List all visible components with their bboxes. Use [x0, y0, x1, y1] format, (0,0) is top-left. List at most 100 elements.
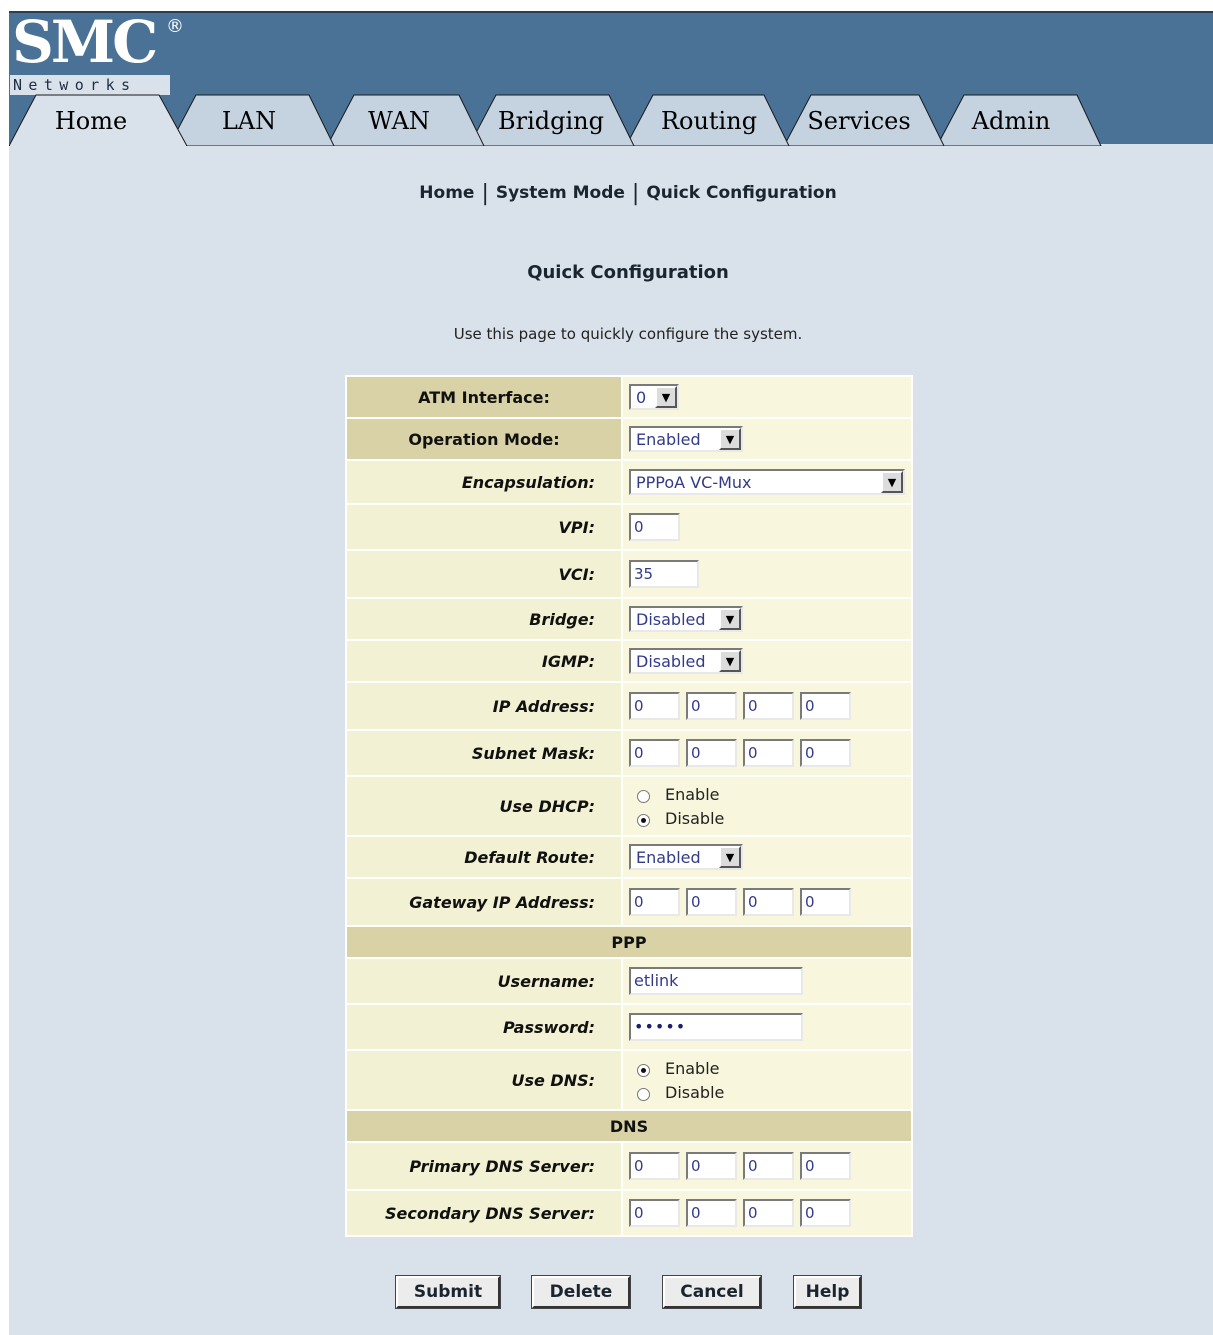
- cancel-button[interactable]: Cancel: [662, 1275, 762, 1309]
- dns-enable-option[interactable]: Enable: [629, 1056, 911, 1080]
- operation-mode-value: Enabled: [636, 429, 701, 449]
- secondary-dns-octet-2[interactable]: 0: [686, 1199, 737, 1227]
- use-dns-cell: Enable Disable: [621, 1049, 913, 1111]
- use-dns-label: Use DNS:: [345, 1049, 623, 1111]
- tab-lan[interactable]: LAN: [189, 106, 309, 136]
- password-label: Password:: [345, 1003, 623, 1051]
- subnet-mask-octet-4[interactable]: 0: [800, 739, 851, 767]
- row-encapsulation: Encapsulation: PPPoA VC-Mux ▼: [345, 459, 913, 505]
- header-banner: SMC ® Networks Home LAN WAN Bridging Rou…: [9, 11, 1213, 146]
- username-label: Username:: [345, 957, 623, 1005]
- dns-enable-radio[interactable]: [637, 1063, 650, 1077]
- atm-interface-label: ATM Interface:: [345, 375, 623, 419]
- dns-section-header: DNS: [345, 1109, 913, 1143]
- bridge-label: Bridge:: [345, 597, 623, 641]
- gateway-ip-octet-4[interactable]: 0: [800, 888, 851, 916]
- atm-interface-value: 0: [636, 387, 647, 407]
- default-route-value: Enabled: [636, 847, 701, 867]
- row-ppp-section: PPP: [345, 925, 913, 959]
- dhcp-disable-option[interactable]: Disable: [629, 806, 911, 830]
- igmp-select[interactable]: Disabled ▼: [629, 648, 743, 674]
- igmp-label: IGMP:: [345, 639, 623, 683]
- submit-button[interactable]: Submit: [395, 1275, 501, 1309]
- dns-disable-option[interactable]: Disable: [629, 1080, 911, 1104]
- primary-dns-octet-1[interactable]: 0: [629, 1152, 680, 1180]
- primary-dns-octet-4[interactable]: 0: [800, 1152, 851, 1180]
- vci-label: VCI:: [345, 549, 623, 599]
- default-route-select[interactable]: Enabled ▼: [629, 844, 743, 870]
- password-input[interactable]: •••••: [629, 1013, 803, 1041]
- ip-address-octet-4[interactable]: 0: [800, 692, 851, 720]
- subnet-mask-octet-1[interactable]: 0: [629, 739, 680, 767]
- default-route-label: Default Route:: [345, 835, 623, 879]
- encapsulation-select[interactable]: PPPoA VC-Mux ▼: [629, 469, 905, 495]
- atm-interface-select[interactable]: 0 ▼: [629, 384, 679, 410]
- tab-home[interactable]: Home: [31, 106, 151, 136]
- bridge-select[interactable]: Disabled ▼: [629, 606, 743, 632]
- tab-routing[interactable]: Routing: [649, 106, 769, 136]
- vpi-label: VPI:: [345, 503, 623, 551]
- gateway-ip-octet-3[interactable]: 0: [743, 888, 794, 916]
- dhcp-disable-radio[interactable]: [637, 813, 650, 827]
- row-gateway-ip: Gateway IP Address: 0000: [345, 877, 913, 927]
- dhcp-enable-label: Enable: [665, 784, 720, 804]
- row-vci: VCI: 35: [345, 549, 913, 599]
- secondary-dns-label: Secondary DNS Server:: [345, 1189, 623, 1237]
- username-cell: etlink: [621, 957, 913, 1005]
- chevron-down-icon: ▼: [719, 608, 741, 630]
- primary-dns-octet-3[interactable]: 0: [743, 1152, 794, 1180]
- chevron-down-icon: ▼: [719, 428, 741, 450]
- dns-disable-label: Disable: [665, 1082, 725, 1102]
- primary-dns-cell: 0000: [621, 1141, 913, 1191]
- row-vpi: VPI: 0: [345, 503, 913, 551]
- ip-address-octet-3[interactable]: 0: [743, 692, 794, 720]
- vpi-input[interactable]: 0: [629, 513, 680, 541]
- tab-wan[interactable]: WAN: [339, 106, 459, 136]
- row-username: Username: etlink: [345, 957, 913, 1005]
- secondary-dns-octet-4[interactable]: 0: [800, 1199, 851, 1227]
- row-secondary-dns: Secondary DNS Server: 0000: [345, 1189, 913, 1237]
- secondary-dns-cell: 0000: [621, 1189, 913, 1237]
- tab-services[interactable]: Services: [799, 106, 919, 136]
- breadcrumb-system-mode[interactable]: System Mode: [496, 183, 625, 203]
- primary-dns-octet-2[interactable]: 0: [686, 1152, 737, 1180]
- dns-disable-radio[interactable]: [637, 1087, 650, 1101]
- vci-cell: 35: [621, 549, 913, 599]
- row-igmp: IGMP: Disabled ▼: [345, 639, 913, 683]
- chevron-down-icon: ▼: [881, 471, 903, 493]
- subnet-mask-octet-3[interactable]: 0: [743, 739, 794, 767]
- subnet-mask-octet-2[interactable]: 0: [686, 739, 737, 767]
- dhcp-enable-radio[interactable]: [637, 789, 650, 803]
- row-primary-dns: Primary DNS Server: 0000: [345, 1141, 913, 1191]
- ip-address-octet-2[interactable]: 0: [686, 692, 737, 720]
- delete-button[interactable]: Delete: [531, 1275, 631, 1309]
- row-use-dns: Use DNS: Enable Disable: [345, 1049, 913, 1111]
- ip-address-octet-1[interactable]: 0: [629, 692, 680, 720]
- help-button[interactable]: Help: [793, 1275, 862, 1309]
- row-atm-interface: ATM Interface: 0 ▼: [345, 375, 913, 419]
- vci-input[interactable]: 35: [629, 560, 699, 588]
- tab-admin[interactable]: Admin: [951, 106, 1071, 136]
- tab-bridging[interactable]: Bridging: [491, 106, 611, 136]
- secondary-dns-octet-3[interactable]: 0: [743, 1199, 794, 1227]
- primary-dns-label: Primary DNS Server:: [345, 1141, 623, 1191]
- breadcrumb-quick-configuration[interactable]: Quick Configuration: [646, 183, 836, 203]
- ppp-section-header: PPP: [345, 925, 913, 959]
- gateway-ip-octet-2[interactable]: 0: [686, 888, 737, 916]
- bridge-value: Disabled: [636, 609, 706, 629]
- chevron-down-icon: ▼: [719, 650, 741, 672]
- operation-mode-select[interactable]: Enabled ▼: [629, 426, 743, 452]
- row-use-dhcp: Use DHCP: Enable Disable: [345, 775, 913, 837]
- secondary-dns-octet-1[interactable]: 0: [629, 1199, 680, 1227]
- page-title: Quick Configuration: [527, 262, 729, 283]
- gateway-ip-octet-1[interactable]: 0: [629, 888, 680, 916]
- breadcrumb-separator: |: [631, 181, 640, 206]
- igmp-value: Disabled: [636, 651, 706, 671]
- username-input[interactable]: etlink: [629, 967, 803, 995]
- password-cell: •••••: [621, 1003, 913, 1051]
- dhcp-enable-option[interactable]: Enable: [629, 782, 911, 806]
- vpi-cell: 0: [621, 503, 913, 551]
- use-dhcp-label: Use DHCP:: [345, 775, 623, 837]
- breadcrumb-home[interactable]: Home: [419, 183, 474, 203]
- ip-address-cell: 0000: [621, 681, 913, 731]
